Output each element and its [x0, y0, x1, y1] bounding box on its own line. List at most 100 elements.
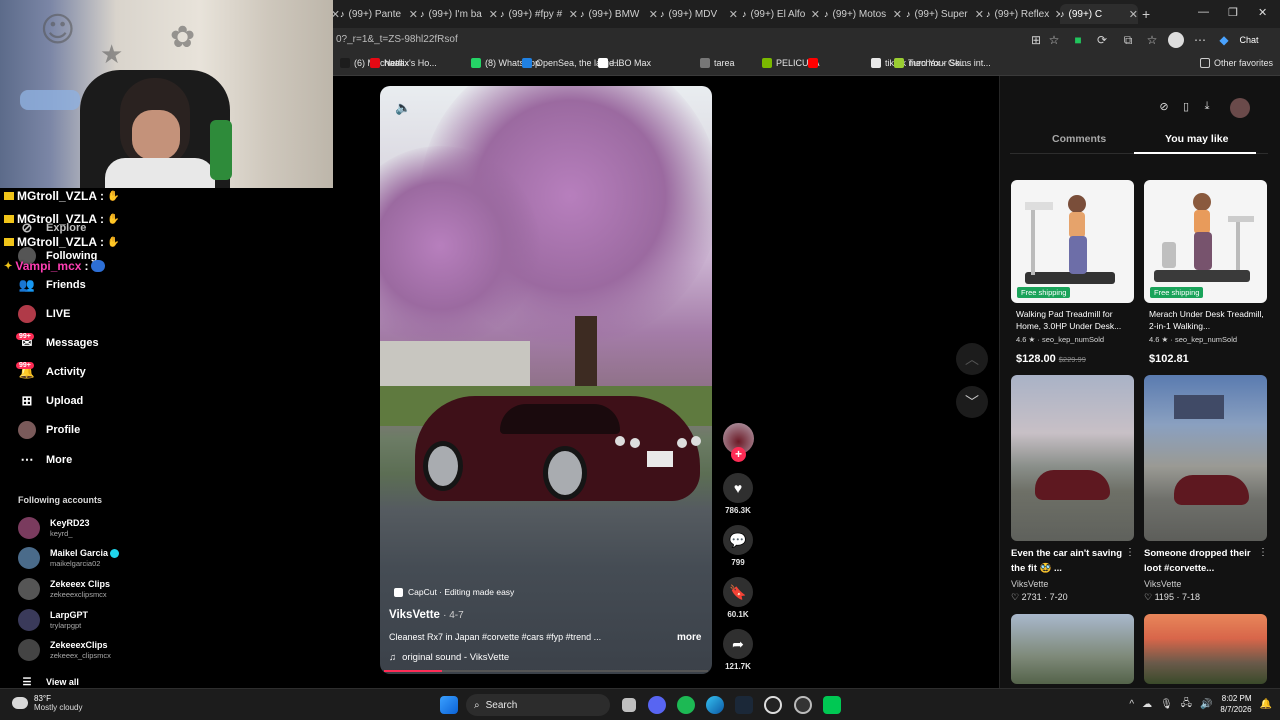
close-tab-icon[interactable]: ✕: [1129, 8, 1138, 21]
tab-you-may-like[interactable]: You may like: [1165, 133, 1228, 145]
taskbar-search[interactable]: ⌕ Search: [466, 694, 610, 716]
task-view-icon[interactable]: [622, 698, 636, 712]
favorites-icon[interactable]: ☆: [1144, 32, 1160, 48]
profile-avatar-icon[interactable]: [1168, 32, 1184, 48]
discord-icon[interactable]: [648, 696, 666, 714]
volume-icon[interactable]: 🔊: [1200, 699, 1212, 710]
caption-more-button[interactable]: more: [677, 632, 701, 643]
video-author[interactable]: ViksVette: [1144, 579, 1181, 589]
video-thumbnail[interactable]: [1144, 375, 1267, 541]
extension-icon[interactable]: ■: [1070, 32, 1086, 48]
browser-tab[interactable]: ♪ (99+) Motos ✕: [824, 4, 902, 24]
chevron-up-icon[interactable]: ^: [1129, 699, 1134, 710]
save-action[interactable]: 🔖 60.1K: [723, 577, 753, 619]
close-tab-icon[interactable]: ✕: [811, 8, 820, 21]
close-tab-icon[interactable]: ✕: [893, 8, 902, 21]
kick-icon[interactable]: [823, 696, 841, 714]
next-video-button[interactable]: ﹀: [956, 386, 988, 418]
sound-link[interactable]: ♫ original sound - ViksVette: [389, 652, 509, 663]
video-author[interactable]: ViksVette: [1011, 579, 1048, 589]
close-window-icon[interactable]: ✕: [1258, 6, 1267, 19]
product-card-image[interactable]: Free shipping: [1144, 180, 1267, 303]
product-title[interactable]: Merach Under Desk Treadmill, 2-in-1 Walk…: [1149, 308, 1269, 332]
following-account[interactable]: Maikel Garcia maikelgarcia02: [18, 547, 120, 569]
video-player[interactable]: [380, 86, 712, 674]
chat-button[interactable]: Chat: [1234, 32, 1264, 48]
heart-icon[interactable]: ♥: [723, 473, 753, 503]
favorite-star-icon[interactable]: ☆: [1046, 32, 1062, 48]
previous-video-button[interactable]: ︿: [956, 343, 988, 375]
weather-widget[interactable]: 83°F Mostly cloudy: [12, 694, 82, 712]
microphone-icon[interactable]: 🎙: [1160, 699, 1173, 710]
video-progress-bar[interactable]: [384, 670, 708, 672]
nav-upload[interactable]: ⊞ Upload: [18, 392, 84, 410]
video-title[interactable]: Someone dropped their loot #corvette...: [1144, 546, 1256, 576]
other-favorites[interactable]: Other favorites: [1200, 58, 1273, 68]
product-card-image[interactable]: Free shipping: [1011, 180, 1134, 303]
bookmark-icon[interactable]: 🔖: [723, 577, 753, 607]
user-avatar-icon[interactable]: [1230, 98, 1250, 118]
video-thumbnail[interactable]: [1011, 614, 1134, 684]
close-tab-icon[interactable]: ✕: [729, 8, 738, 21]
close-tab-icon[interactable]: ✕: [409, 8, 418, 21]
video-author[interactable]: ViksVette · 4-7: [389, 609, 464, 621]
nav-live[interactable]: LIVE: [18, 305, 70, 323]
video-title[interactable]: Even the car ain't saving the fit 🥸 ...: [1011, 546, 1123, 576]
following-account[interactable]: LarpGPT trylarpgpt: [18, 609, 88, 631]
product-title[interactable]: Walking Pad Treadmill for Home, 3.0HP Un…: [1016, 308, 1136, 332]
comment-action[interactable]: 💬 799: [723, 525, 753, 567]
windows-start-icon[interactable]: [440, 696, 458, 714]
capcut-tag[interactable]: CapCut · Editing made easy: [394, 587, 514, 597]
nav-friends[interactable]: 👥 Friends: [18, 276, 86, 294]
split-screen-icon[interactable]: ⧉: [1120, 32, 1136, 48]
browser-tab[interactable]: ♪ (99+) El Alfo ✕: [742, 4, 820, 24]
device-icon[interactable]: ▯: [1178, 100, 1194, 116]
copilot-icon[interactable]: ◆: [1216, 32, 1232, 48]
browser-tab[interactable]: ♪(99+) Reflex✕: [986, 4, 1064, 24]
minimize-icon[interactable]: —: [1198, 6, 1209, 18]
mute-icon[interactable]: 🔈: [395, 100, 411, 116]
follow-plus-icon[interactable]: +: [731, 447, 746, 462]
url-field[interactable]: 0?_r=1&_t=ZS-98hl22fRsof: [336, 34, 458, 45]
nav-more[interactable]: ⋯ More: [18, 451, 73, 469]
clock[interactable]: 8:02 PM 8/7/2026: [1220, 693, 1251, 715]
bookmark-item[interactable]: [808, 58, 822, 68]
share-action[interactable]: ➦ 121.7K: [723, 629, 753, 671]
bookmark-item[interactable]: HBO Max: [598, 58, 651, 68]
bookmark-item[interactable]: Turn Your Skins int...: [894, 58, 991, 68]
app-icon[interactable]: [794, 696, 812, 714]
obs-icon[interactable]: [764, 696, 782, 714]
edge-icon[interactable]: [706, 696, 724, 714]
tab-comments[interactable]: Comments: [1052, 133, 1106, 145]
close-tab-icon[interactable]: ✕: [569, 8, 578, 21]
close-tab-icon[interactable]: ✕: [489, 8, 498, 21]
refresh-extension-icon[interactable]: ⟳: [1094, 32, 1110, 48]
video-thumbnail[interactable]: [1144, 614, 1267, 684]
download-icon[interactable]: ⤓: [1199, 100, 1215, 116]
share-icon[interactable]: ➦: [723, 629, 753, 659]
video-options-icon[interactable]: ⋮: [1258, 547, 1268, 558]
app-available-icon[interactable]: ⊞: [1028, 32, 1044, 48]
video-thumbnail[interactable]: [1011, 375, 1134, 541]
following-account[interactable]: ZekeeexClips zekeeex_clipsmcx: [18, 639, 111, 661]
following-account[interactable]: Zekeeex Clips zekeeexclipsmcx: [18, 578, 110, 600]
spotify-icon[interactable]: [677, 696, 695, 714]
browser-tab[interactable]: ♪ (99+) BMW ✕: [580, 4, 658, 24]
close-tab-icon[interactable]: ✕: [649, 8, 658, 21]
steam-icon[interactable]: [735, 696, 753, 714]
like-action[interactable]: ♥ 786.3K: [723, 473, 753, 515]
maximize-icon[interactable]: ❐: [1228, 6, 1238, 19]
browser-tab[interactable]: ♪ (99+) C ✕: [1060, 4, 1138, 24]
browser-tab[interactable]: ♪ (99+) MDV ✕: [660, 4, 738, 24]
close-tab-icon[interactable]: ✕: [975, 8, 984, 21]
browser-tab[interactable]: ♪ (99+) I'm ba ✕: [420, 4, 498, 24]
network-icon[interactable]: 🖧: [1181, 696, 1192, 713]
browser-tab[interactable]: ♪ (99+) Pante ✕: [340, 4, 418, 24]
new-tab-button[interactable]: +: [1142, 4, 1156, 24]
browser-tab[interactable]: ♪ (99+) #fpy # ✕: [500, 4, 578, 24]
bookmark-item[interactable]: tarea: [700, 58, 735, 68]
comment-icon[interactable]: 💬: [723, 525, 753, 555]
following-account[interactable]: KeyRD23 keyrd_: [18, 517, 90, 539]
settings-more-icon[interactable]: ⋯: [1192, 32, 1208, 48]
bookmark-item[interactable]: Netflix: [370, 58, 409, 68]
